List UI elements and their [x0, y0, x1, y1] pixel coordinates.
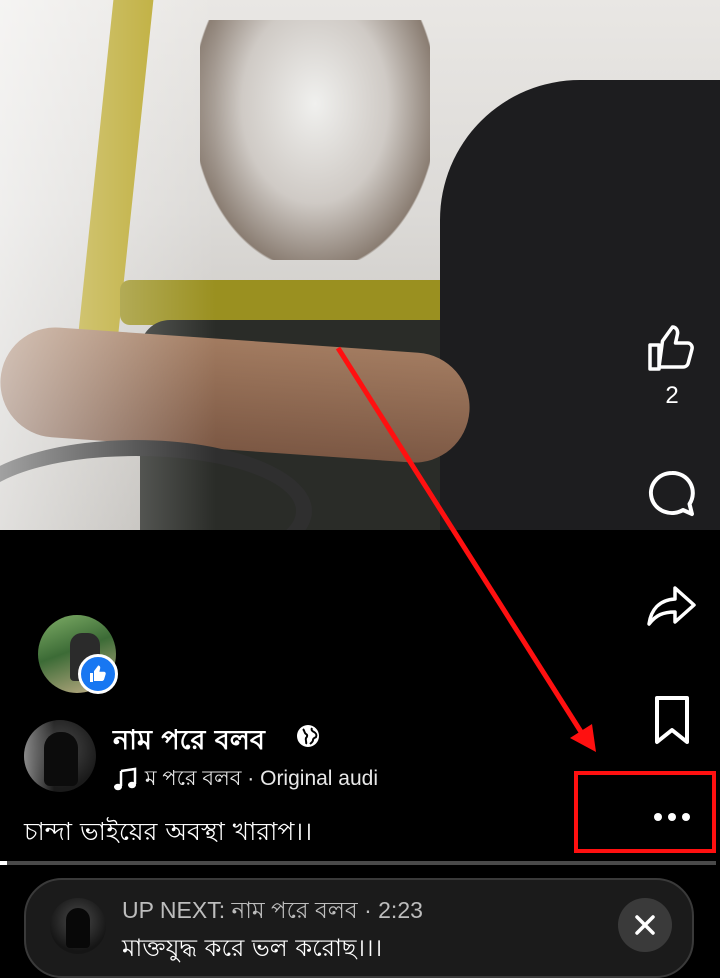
comment-icon	[648, 470, 695, 516]
thumbs-up-icon	[648, 325, 694, 371]
comment-button[interactable]	[642, 464, 702, 524]
globe-icon	[297, 725, 319, 747]
up-next-card[interactable]: UP NEXT: নাম পরে বলব · 2:23 মাক্তযুদ্ধ ক…	[24, 878, 694, 978]
audio-info[interactable]: ম পরে বলব · Original audi	[113, 762, 405, 792]
music-note-icon	[114, 767, 137, 790]
avatar-figure	[66, 908, 90, 948]
up-next-avatar	[50, 898, 106, 954]
avatar-figure	[44, 732, 78, 786]
video-progress-fill	[0, 861, 8, 865]
post-caption: চান্দা ভাইয়ের অবস্থা খারাপ।।	[24, 817, 313, 846]
bookmark-icon	[655, 696, 689, 744]
like-count: 2	[665, 382, 679, 409]
close-icon	[635, 915, 655, 935]
video-haze	[0, 0, 720, 530]
author-avatar[interactable]	[24, 720, 96, 792]
annotation-highlight-box	[574, 771, 716, 853]
video-progress-bar[interactable]	[0, 861, 716, 865]
share-button[interactable]	[642, 576, 702, 636]
like-button[interactable]	[642, 318, 702, 378]
up-next-meta: UP NEXT: নাম পরে বলব · 2:23	[122, 897, 423, 923]
share-icon	[647, 586, 696, 626]
like-badge-icon	[78, 654, 118, 694]
save-button[interactable]	[642, 690, 702, 750]
video-player[interactable]	[0, 0, 720, 530]
up-next-close-button[interactable]	[618, 898, 672, 952]
author-name[interactable]: নাম পরে বলব	[113, 720, 265, 765]
audio-text: ম পরে বলব · Original audi	[144, 767, 379, 790]
up-next-title: মাক্তযুদ্ধ করে ভল করোছ।।।	[122, 934, 383, 962]
